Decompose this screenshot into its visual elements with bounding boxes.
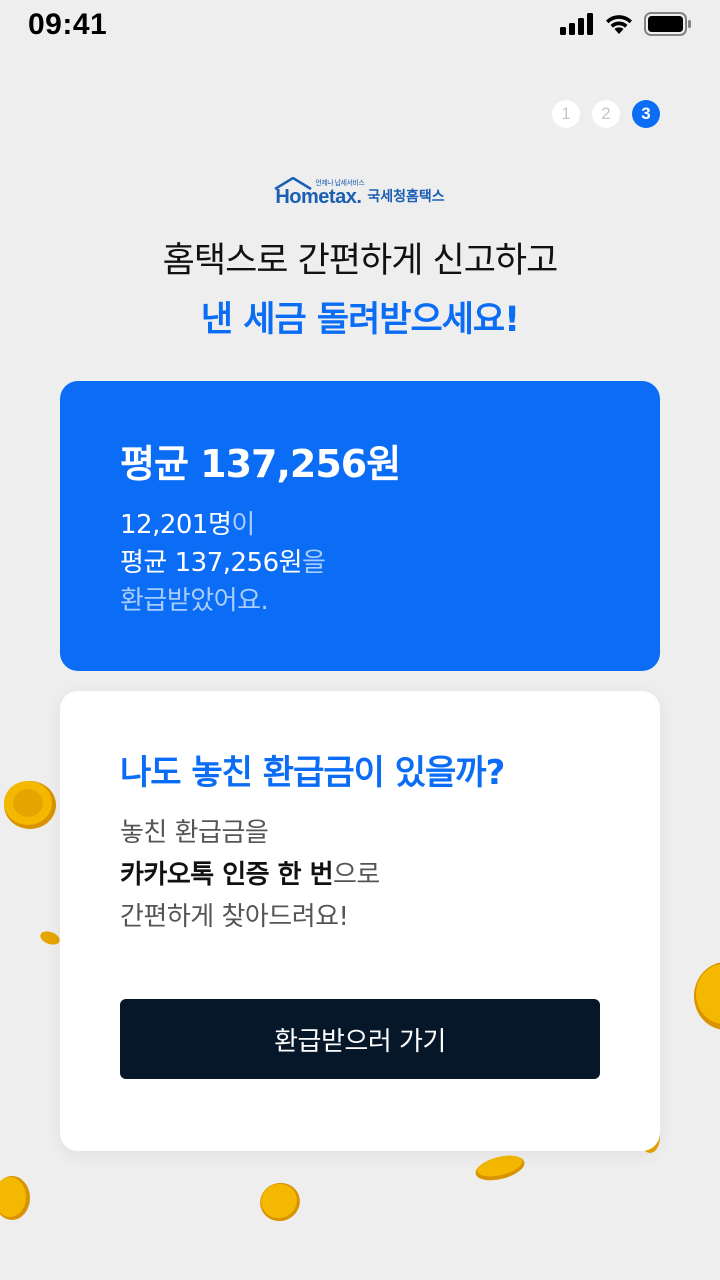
- get-refund-button[interactable]: 환급받으러 가기: [120, 999, 600, 1079]
- refund-stats-card: 평균 137,256원 12,201명이 평균 137,256원을 환급받았어요…: [60, 381, 660, 671]
- status-time: 09:41: [28, 8, 108, 41]
- coin-icon: [40, 931, 60, 945]
- refund-count: 12,201명: [120, 510, 232, 540]
- hometax-logo: 언제나 납세서비스 Hometax. 국세청홈택스: [0, 177, 720, 209]
- status-icons: [560, 12, 692, 40]
- step-2: 2: [592, 100, 620, 128]
- coin-icon: [260, 1182, 300, 1222]
- signal-icon: [560, 13, 594, 39]
- headline: 홈택스로 간편하게 신고하고 낸 세금 돌려받으세요!: [0, 232, 720, 342]
- logo-korean: 국세청홈택스: [367, 189, 445, 205]
- step-3-active: 3: [632, 100, 660, 128]
- logo-tagline: 언제나 납세서비스: [315, 180, 365, 187]
- refund-description-end: 환급받았어요.: [120, 586, 269, 616]
- coin-icon: [475, 1155, 525, 1181]
- logo-wordmark: 언제나 납세서비스 Hometax.: [274, 177, 365, 209]
- coin-icon: [694, 962, 720, 1030]
- refund-count-suffix: 이: [231, 510, 255, 540]
- wifi-icon: [604, 13, 634, 39]
- headline-line1: 홈택스로 간편하게 신고하고: [162, 241, 559, 281]
- status-bar: 09:41: [0, 0, 720, 52]
- battery-icon: [644, 12, 692, 40]
- desc-line1: 놓친 환급금을: [120, 818, 269, 848]
- house-icon: [274, 177, 312, 191]
- missed-refund-title: 나도 놓친 환급금이 있을까?: [120, 753, 505, 793]
- coin-icon: [4, 781, 56, 829]
- kakao-auth-text: 카카오톡 인증 한 번: [120, 860, 334, 890]
- refund-average-suffix: 을: [302, 548, 326, 578]
- desc-line3: 간편하게 찾아드려요!: [120, 902, 349, 932]
- coin-icon: [0, 1176, 30, 1220]
- refund-description: 12,201명이 평균 137,256원을 환급받았어요.: [120, 506, 600, 620]
- headline-line2: 낸 세금 돌려받으세요!: [200, 300, 520, 340]
- missed-refund-card: 나도 놓친 환급금이 있을까? 놓친 환급금을 카카오톡 인증 한 번으로 간편…: [60, 691, 660, 1151]
- refund-average: 평균 137,256원: [120, 548, 303, 578]
- step-indicator: 1 2 3: [552, 100, 660, 128]
- average-refund-title: 평균 137,256원: [120, 442, 401, 486]
- desc-line2-rest: 으로: [333, 860, 380, 890]
- missed-refund-description: 놓친 환급금을 카카오톡 인증 한 번으로 간편하게 찾아드려요!: [120, 812, 600, 938]
- step-1: 1: [552, 100, 580, 128]
